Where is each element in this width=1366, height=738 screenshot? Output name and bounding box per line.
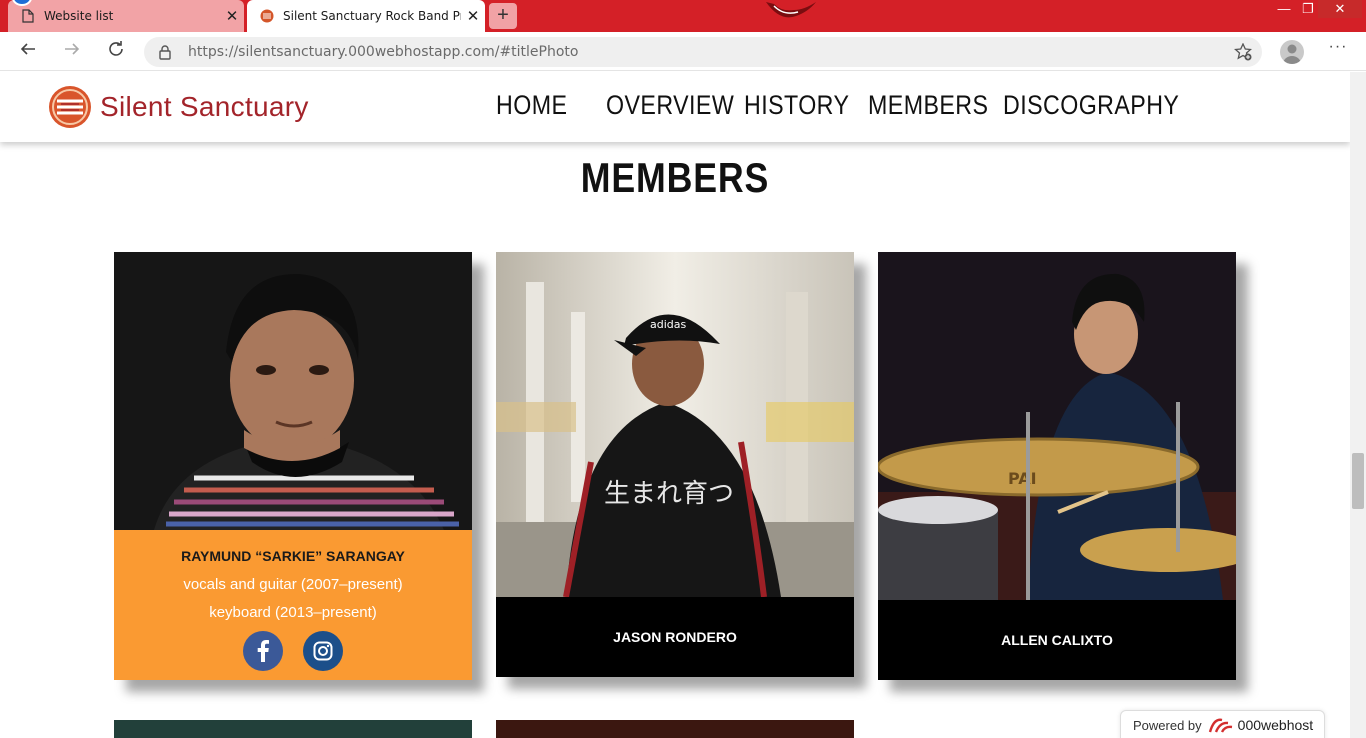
document-icon — [20, 8, 36, 24]
member-photo — [496, 720, 854, 738]
hosting-badge-brand: 000webhost — [1237, 717, 1314, 733]
hosting-badge-label: Powered by — [1133, 717, 1202, 733]
nav-home[interactable]: HOME — [496, 90, 567, 121]
back-arrow-icon[interactable] — [16, 40, 40, 64]
member-info: RAYMUND “SARKIE” SARANGAY vocals and gui… — [114, 530, 472, 680]
member-role: vocals and guitar (2007–present) — [183, 576, 403, 593]
lock-icon[interactable] — [158, 44, 174, 60]
nav-discography[interactable]: DISCOGRAPHY — [1003, 90, 1179, 121]
webhost-logo-icon — [1208, 718, 1232, 733]
instagram-icon[interactable] — [303, 631, 343, 671]
member-photo — [114, 720, 472, 738]
user-avatar-icon[interactable] — [1280, 40, 1304, 64]
scrollbar-thumb[interactable] — [1352, 453, 1364, 509]
member-name: RAYMUND “SARKIE” SARANGAY — [181, 548, 405, 564]
svg-text:PAI: PAI — [1008, 469, 1037, 488]
browser-tab-bar: Website list ✕ Silent Sanctuary Rock Ban… — [0, 0, 1366, 32]
address-bar[interactable]: https://silentsanctuary.000webhostapp.co… — [144, 37, 1262, 67]
main-nav: HOME OVERVIEW HISTORY MEMBERS DISCOGRAPH… — [496, 90, 1248, 121]
tab-title: Silent Sanctuary Rock Band Profi — [283, 9, 461, 23]
member-info: ALLEN CALIXTO — [878, 600, 1236, 680]
hosting-badge[interactable]: Powered by 000webhost — [1120, 710, 1325, 738]
member-card: PAI ALLEN CALIXTO — [878, 252, 1236, 680]
member-card: 生まれ育つ adidas JASON RONDERO — [496, 252, 854, 677]
rog-logo-icon — [760, 0, 820, 22]
svg-text:adidas: adidas — [650, 318, 687, 331]
social-links — [233, 631, 353, 671]
member-card: RAYMUND “SARKIE” SARANGAY vocals and gui… — [114, 252, 472, 680]
svg-text:生まれ育つ: 生まれ育つ — [604, 479, 734, 509]
member-role: keyboard (2013–present) — [209, 604, 377, 621]
new-tab-button[interactable]: + — [489, 3, 517, 29]
site-header: Silent Sanctuary HOME OVERVIEW HISTORY M… — [0, 72, 1350, 142]
browser-toolbar: https://silentsanctuary.000webhostapp.co… — [0, 32, 1366, 71]
brand[interactable]: Silent Sanctuary — [48, 85, 309, 129]
window-close-button[interactable]: ✕ — [1318, 0, 1362, 18]
reload-icon[interactable] — [104, 40, 128, 64]
tab-website-list[interactable]: Website list ✕ — [8, 0, 244, 32]
nav-members[interactable]: MEMBERS — [868, 90, 988, 121]
tab-close-icon[interactable]: ✕ — [220, 7, 244, 25]
url-fragment: #titlePhoto — [499, 44, 579, 60]
page-scrollbar[interactable] — [1350, 72, 1366, 738]
forward-arrow-icon[interactable] — [60, 40, 84, 64]
tab-silent-sanctuary[interactable]: Silent Sanctuary Rock Band Profi ✕ — [247, 0, 485, 32]
add-favorite-star-icon[interactable] — [1233, 42, 1253, 61]
nav-overview[interactable]: OVERVIEW — [606, 90, 734, 121]
page-viewport: Silent Sanctuary HOME OVERVIEW HISTORY M… — [0, 72, 1350, 738]
nav-history[interactable]: HISTORY — [744, 90, 849, 121]
section-title: MEMBERS — [580, 154, 770, 201]
member-photo: 生まれ育つ adidas — [496, 252, 854, 597]
band-logo-icon — [49, 86, 91, 128]
tab-close-icon[interactable]: ✕ — [461, 7, 485, 25]
member-photo — [114, 252, 472, 530]
site-favicon-icon — [259, 8, 275, 24]
member-photo: PAI — [878, 252, 1236, 600]
url-text: https://silentsanctuary.000webhostapp.co… — [188, 44, 578, 60]
brand-name: Silent Sanctuary — [100, 91, 309, 122]
facebook-icon[interactable] — [243, 631, 283, 671]
member-info: JASON RONDERO — [496, 597, 854, 677]
url-host: https://silentsanctuary.000webhostapp.co… — [188, 44, 500, 60]
more-options-icon[interactable]: ··· — [1326, 38, 1350, 56]
tab-title: Website list — [44, 9, 114, 23]
member-name: JASON RONDERO — [613, 629, 737, 645]
member-name: ALLEN CALIXTO — [1001, 632, 1113, 648]
